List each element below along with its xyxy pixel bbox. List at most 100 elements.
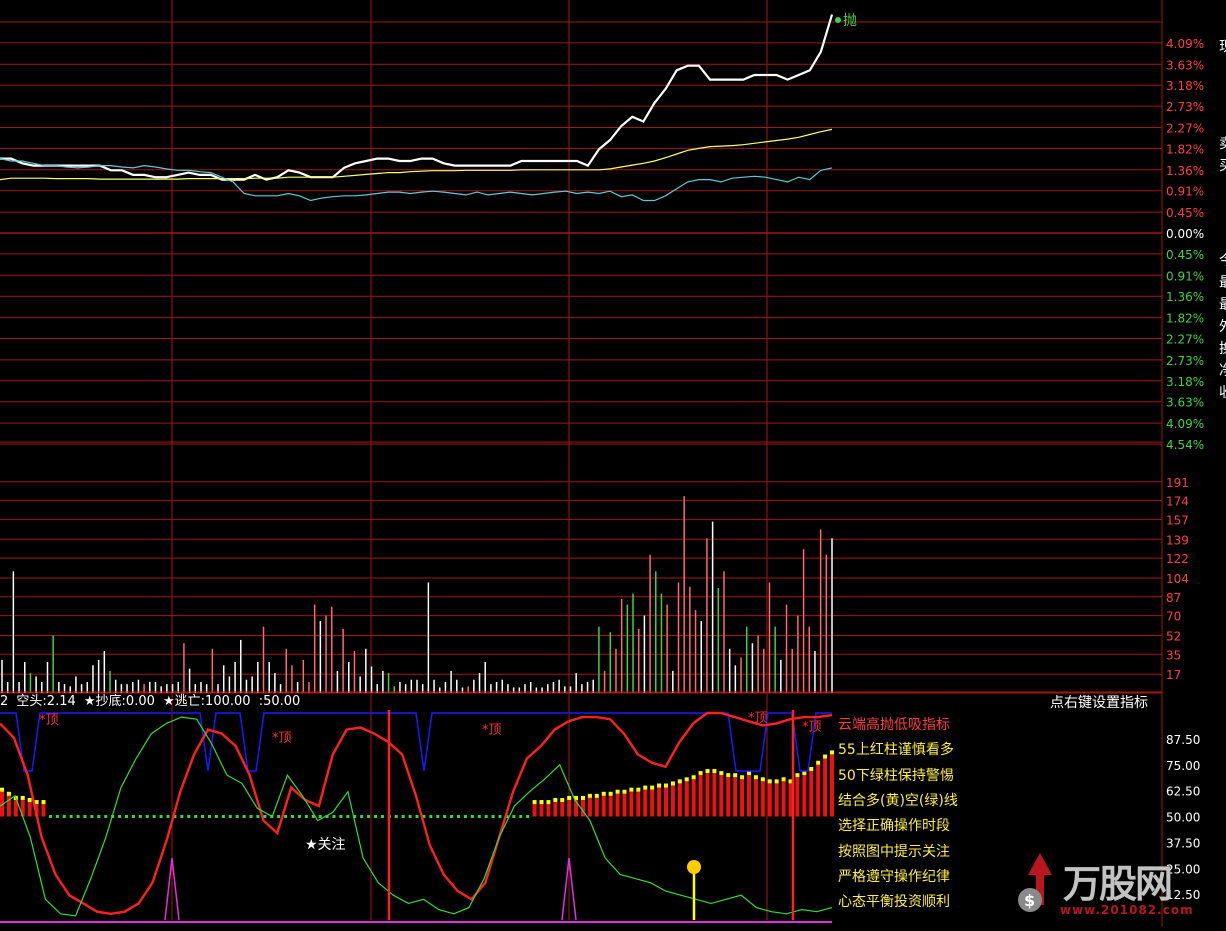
indicator-red-bar: [636, 791, 641, 817]
price-axis-label-down: 2.27%: [1166, 333, 1204, 347]
indicator-green-dot: [443, 815, 447, 818]
price-axis-label-up: 2.73%: [1166, 100, 1204, 114]
volume-axis-label: 35: [1166, 648, 1181, 662]
volume-axis-label: 17: [1166, 668, 1181, 682]
indicator-red-bar: [27, 802, 32, 817]
indicator-red-bar: [726, 777, 731, 817]
indicator-green-dot: [180, 815, 184, 818]
indicator-red-bar: [816, 764, 821, 817]
indicator-bar-cap: [6, 791, 11, 796]
indicator-bar-cap: [581, 795, 585, 800]
side-info-char: 最: [1219, 294, 1226, 314]
indicator-red-bar: [601, 795, 606, 817]
price-axis-label-up: 3.18%: [1166, 79, 1204, 93]
indicator-green-dot: [152, 815, 156, 818]
indicator-axis-label: 50.00: [1166, 811, 1200, 825]
indicator-red-bar: [560, 802, 565, 817]
indicator-green-dot: [367, 815, 371, 818]
indicator-green-dot: [470, 815, 474, 818]
side-info-char: 收: [1219, 382, 1226, 402]
indicator-red-bar: [553, 802, 558, 817]
indicator-red-bar: [795, 777, 800, 817]
indicator-bar-cap: [753, 775, 758, 780]
indicator-note: 50下绿柱保持警惕: [838, 767, 954, 784]
indicator-green-dot: [249, 815, 253, 818]
indicator-green-dot: [297, 815, 301, 818]
top-signal-label: *顶: [482, 723, 502, 738]
indicator-bar-cap: [629, 787, 634, 792]
indicator-red-bar: [594, 797, 599, 817]
indicator-red-bar: [781, 781, 786, 817]
indicator-bar-cap: [705, 769, 710, 774]
indicator-bar-cap: [553, 798, 558, 803]
indicator-red-bar: [740, 779, 745, 817]
indicator-green-dot: [166, 815, 170, 818]
indicator-header: 2 空头:2.14 ★抄底:0.00 ★逃亡:100.00 :50.00: [0, 693, 304, 710]
indicator-red-bar: [774, 783, 779, 817]
indicator-green-dot: [519, 815, 523, 818]
price-axis-label-up: 3.63%: [1166, 58, 1204, 72]
indicator-red-bar: [539, 804, 544, 817]
indicator-bar-cap: [698, 771, 703, 776]
indicator-note: 按照图中提示关注: [838, 843, 950, 860]
indicator-red-bar: [719, 775, 724, 817]
indicator-red-bar: [809, 770, 814, 817]
indicator-green-dot: [125, 815, 128, 818]
indicator-green-dot: [498, 815, 502, 818]
top-signal-label: *顶: [39, 713, 59, 728]
sell-marker-dot: [835, 17, 841, 23]
indicator-green-dot: [69, 815, 73, 818]
chart-svg: 4.09% 3.63% 3.18% 2.73% 2.27% 1.82% 1.36% 0.91%…: [0, 0, 1204, 927]
indicator-green-dot: [118, 815, 122, 818]
settings-hint[interactable]: 点右键设置指标: [1050, 692, 1148, 712]
price-axis-label-down: 3.18%: [1166, 375, 1204, 389]
indicator-bar-cap: [594, 793, 599, 798]
indicator-bar-cap: [601, 791, 606, 796]
indicator-red-bar: [802, 775, 807, 817]
indicator-green-dot: [304, 815, 308, 818]
indicator-green-dot: [194, 815, 198, 818]
indicator-bar-cap: [650, 785, 655, 790]
indicator-bar-cap: [560, 798, 565, 803]
price-axis-label-down: 4.09%: [1166, 417, 1204, 431]
indicator-bar-cap: [567, 795, 572, 800]
indicator-bear-value: 空头:2.14: [16, 694, 76, 709]
indicator-green-dot: [339, 815, 343, 818]
indicator-red-bar: [823, 758, 828, 817]
indicator-red-bar: [622, 793, 627, 817]
price-axis-label-down: 1.36%: [1166, 290, 1204, 304]
indicator-bar-cap: [608, 791, 613, 796]
stock-chart-canvas[interactable]: 4.09% 3.63% 3.18% 2.73% 2.27% 1.82% 1.36% 0.91%…: [0, 0, 1226, 927]
indicator-bar-cap: [657, 783, 662, 788]
indicator-green-dot: [436, 815, 440, 818]
volume-axis-label: 174: [1166, 495, 1189, 509]
indicator-green-dot: [374, 815, 377, 818]
top-signal-label: *顶: [748, 711, 768, 726]
indicator-bar-cap: [712, 769, 717, 774]
indicator-prefix: 2: [0, 694, 9, 709]
side-info-char: 买: [1219, 155, 1226, 175]
indicator-blue-line: [0, 712, 832, 772]
indicator-red-bar: [670, 785, 675, 817]
side-info-char: 换: [1219, 338, 1226, 358]
indicator-red-bar: [587, 797, 592, 817]
indicator-green-dot: [284, 815, 288, 818]
sell-marker-label: 抛: [843, 13, 857, 29]
price-axis-label-up: 2.27%: [1166, 122, 1204, 136]
indicator-bar-cap: [677, 779, 682, 784]
indicator-red-bar: [41, 804, 46, 817]
indicator-green-dot: [408, 815, 412, 818]
indicator-note: 选择正确操作时段: [838, 818, 950, 835]
indicator-bar-cap: [587, 793, 592, 798]
indicator-green-dot: [62, 815, 66, 818]
indicator-red-bar: [664, 787, 668, 817]
indicator-green-dot: [76, 815, 80, 818]
indicator-bar-cap: [809, 766, 814, 771]
price-axis-label-down: 3.63%: [1166, 396, 1204, 410]
price-axis-label-down: 0.45%: [1166, 248, 1204, 262]
indicator-green-dot: [277, 815, 281, 818]
indicator-red-bar: [760, 781, 765, 817]
indicator-note: 55上红柱谨慎看多: [838, 742, 954, 759]
site-logo-url[interactable]: www.201082.com: [1060, 903, 1194, 917]
indicator-green-dot: [394, 815, 398, 818]
